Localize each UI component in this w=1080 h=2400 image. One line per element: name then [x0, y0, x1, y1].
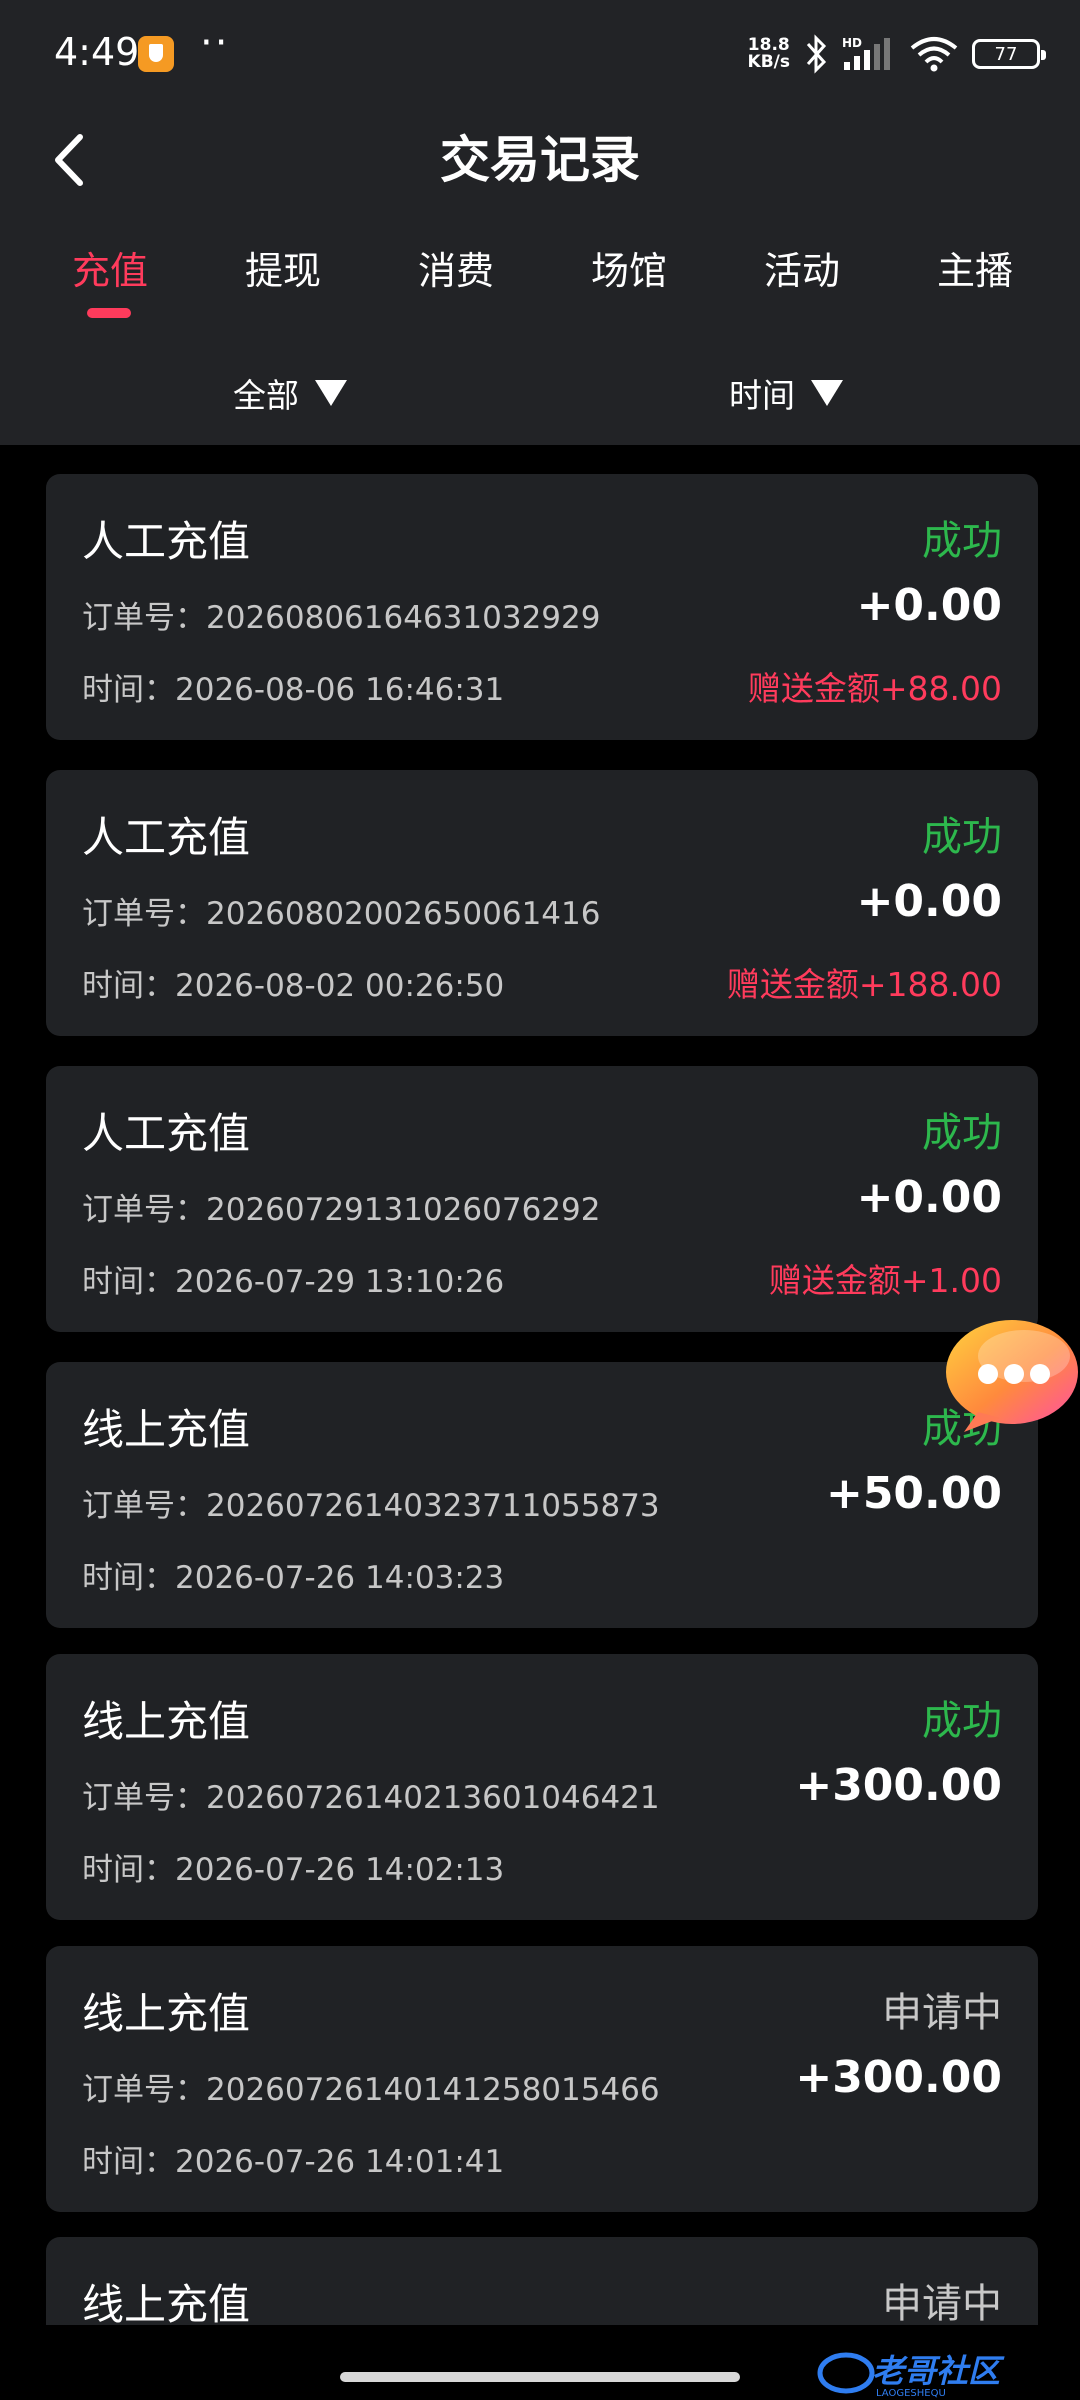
record-amount: +300.00 [795, 2052, 1002, 2103]
battery-level: 77 [994, 43, 1018, 65]
record-type: 线上充值 [82, 1989, 251, 2038]
shield-icon [138, 36, 174, 72]
record-status: 成功 [922, 518, 1002, 564]
network-badge: HD [842, 36, 862, 50]
record-card[interactable]: 线上充值 成功 订单号：20260726140323711055873 +50.… [46, 1362, 1038, 1628]
record-status: 成功 [922, 1698, 1002, 1744]
record-amount: +0.00 [856, 876, 1002, 927]
record-time: 时间：2026-07-26 14:03:23 [82, 1560, 505, 1596]
record-bonus: 赠送金额+1.00 [768, 1261, 1002, 1300]
tab-consume[interactable]: 消费 [386, 240, 526, 310]
record-time: 时间：2026-08-02 00:26:50 [82, 968, 505, 1004]
filter-bar: 全部 时间 [0, 330, 1080, 445]
record-list[interactable]: 人工充值 成功 订单号：20260806164631032929 +0.00 时… [0, 445, 1080, 2325]
watermark-subtext: LAOGESHEQU [876, 2388, 946, 2398]
record-card[interactable]: 人工充值 成功 订单号：20260729131026076292 +0.00 时… [46, 1066, 1038, 1332]
record-status: 申请中 [882, 1990, 1002, 2036]
status-bar: 4:49 ·· 18.8 KB/s HD 77 [0, 0, 1080, 110]
record-status: 申请中 [882, 2281, 1002, 2325]
app-header: 交易记录 [0, 110, 1080, 220]
record-time: 时间：2026-08-06 16:46:31 [82, 672, 505, 708]
tab-recharge[interactable]: 充值 [40, 240, 180, 310]
watermark-logo: 老哥社区 LAOGESHEQU [816, 2348, 1066, 2399]
record-type: 人工充值 [82, 813, 251, 862]
record-order-number: 订单号：20260806164631032929 [82, 600, 601, 636]
wifi-icon [910, 36, 958, 72]
record-type: 线上充值 [82, 1405, 251, 1454]
record-order-number: 订单号：20260726140141258015466 [82, 2072, 660, 2108]
record-status: 成功 [922, 1110, 1002, 1156]
record-order-number: 订单号：20260726140213601046421 [82, 1780, 660, 1816]
tab-activity[interactable]: 活动 [732, 240, 872, 310]
record-time: 时间：2026-07-29 13:10:26 [82, 1264, 505, 1300]
status-dots: ·· [200, 20, 230, 66]
record-amount: +0.00 [856, 580, 1002, 631]
tab-withdraw[interactable]: 提现 [213, 240, 353, 310]
tab-venue[interactable]: 场馆 [559, 240, 699, 310]
network-speed-unit: KB/s [747, 52, 790, 72]
floating-chat-button[interactable] [938, 1316, 1080, 1434]
status-time: 4:49 [54, 30, 140, 74]
record-bonus: 赠送金额+88.00 [747, 669, 1002, 708]
record-time: 时间：2026-07-26 14:02:13 [82, 1852, 505, 1888]
bluetooth-icon [804, 34, 828, 74]
record-bonus: 赠送金额+188.00 [726, 965, 1002, 1004]
page-title: 交易记录 [440, 131, 640, 189]
signal-icon: HD [842, 36, 896, 72]
record-amount: +300.00 [795, 1760, 1002, 1811]
record-type: 线上充值 [82, 1697, 251, 1746]
record-type: 人工充值 [82, 1109, 251, 1158]
record-type: 线上充值 [82, 2280, 251, 2325]
record-type: 人工充值 [82, 517, 251, 566]
active-tab-indicator [87, 308, 131, 318]
network-speed: 18.8 KB/s [748, 37, 790, 71]
record-card[interactable]: 线上充值 申请中 [46, 2237, 1038, 2325]
record-card[interactable]: 人工充值 成功 订单号：20260802002650061416 +0.00 时… [46, 770, 1038, 1036]
chat-bubble-icon [946, 1320, 1078, 1432]
record-status: 成功 [922, 814, 1002, 860]
triangle-down-icon [315, 380, 347, 406]
tab-bar: 充值 提现 消费 场馆 活动 主播 [0, 220, 1080, 330]
status-indicators: 18.8 KB/s HD 77 [748, 30, 1046, 78]
home-indicator[interactable] [340, 2372, 740, 2382]
record-order-number: 订单号：20260729131026076292 [82, 1192, 601, 1228]
watermark-text: 老哥社区 [872, 2352, 1005, 2390]
triangle-down-icon [811, 380, 843, 406]
record-time: 时间：2026-07-26 14:01:41 [82, 2144, 505, 2180]
record-amount: +0.00 [856, 1172, 1002, 1223]
record-amount: +50.00 [825, 1468, 1002, 1519]
record-order-number: 订单号：20260802002650061416 [82, 896, 601, 932]
battery-icon: 77 [972, 39, 1046, 69]
tab-anchor[interactable]: 主播 [905, 240, 1045, 310]
record-card[interactable]: 线上充值 成功 订单号：20260726140213601046421 +300… [46, 1654, 1038, 1920]
record-card[interactable]: 线上充值 申请中 订单号：20260726140141258015466 +30… [46, 1946, 1038, 2212]
record-card[interactable]: 人工充值 成功 订单号：20260806164631032929 +0.00 时… [46, 474, 1038, 740]
category-filter-dropdown[interactable]: 全部 [233, 368, 347, 418]
record-order-number: 订单号：20260726140323711055873 [82, 1488, 660, 1524]
time-filter-label: 时间 [729, 376, 795, 415]
category-filter-label: 全部 [233, 376, 299, 415]
time-filter-dropdown[interactable]: 时间 [729, 368, 843, 418]
